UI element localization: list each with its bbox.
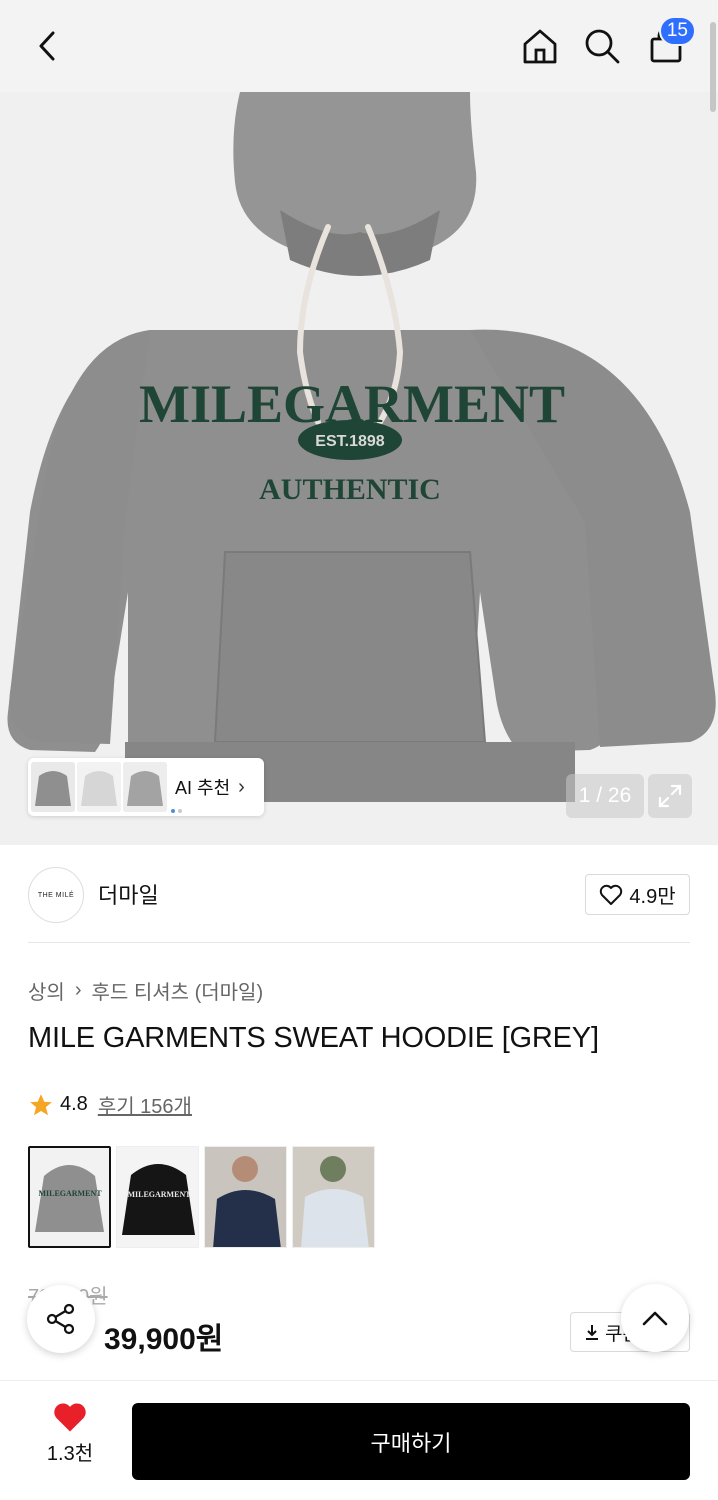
thumbnail-white-model[interactable] (292, 1146, 375, 1248)
brand-name[interactable]: 더마일 (98, 878, 159, 910)
brand-logo-text: THE MILÉ (37, 891, 75, 899)
sale-price: 39,900원 (104, 1323, 224, 1356)
svg-text:MILEGARMENT: MILEGARMENT (38, 1189, 102, 1198)
ai-thumb-1 (31, 762, 75, 812)
breadcrumb-category[interactable]: 상의 (28, 976, 65, 1005)
breadcrumb-subcategory[interactable]: 후드 티셔츠 (더마일) (91, 976, 263, 1005)
bottom-action-bar: 1.3천 구매하기 (0, 1380, 718, 1500)
search-button[interactable] (578, 22, 626, 70)
chevron-up-icon (642, 1311, 668, 1326)
product-title: MILE GARMENTS SWEAT HOODIE [GREY] (28, 1022, 599, 1054)
ai-page-dots (171, 809, 182, 813)
brand-logo[interactable]: THE MILÉ (28, 867, 84, 923)
search-icon (585, 29, 620, 64)
buy-button[interactable]: 구매하기 (132, 1403, 690, 1480)
breadcrumb: 상의 › 후드 티셔츠 (더마일) (28, 976, 263, 1005)
chevron-right-icon: › (74, 979, 82, 1001)
brand-like-button[interactable]: 4.9만 (585, 874, 690, 915)
download-icon (586, 1325, 598, 1340)
expand-icon (658, 784, 682, 808)
rating-value: 4.8 (60, 1093, 88, 1115)
review-link[interactable]: 후기 156개 (98, 1090, 192, 1119)
svg-text:EST.1898: EST.1898 (315, 433, 384, 450)
thumbnail-navy-model[interactable] (204, 1146, 287, 1248)
home-icon (523, 29, 557, 64)
favorite-button[interactable]: 1.3천 (30, 1401, 110, 1481)
star-icon (30, 1093, 52, 1115)
thumbnail-black[interactable]: MILEGARMENT (116, 1146, 199, 1248)
cart-count-badge: 15 (658, 16, 696, 46)
ai-recommend-label: AI 추천 (175, 778, 231, 798)
heart-filled-icon (54, 1403, 86, 1432)
divider (28, 942, 690, 943)
scrollbar-thumb[interactable] (710, 22, 716, 112)
svg-text:MILEGARMENT: MILEGARMENT (127, 1190, 191, 1199)
rating-row: 4.8 후기 156개 (28, 1090, 192, 1119)
hoodie-product-image: MILEGARMENT EST.1898 AUTHENTIC (0, 92, 718, 845)
ai-thumb-3 (123, 762, 167, 812)
scroll-to-top-button[interactable] (621, 1284, 689, 1352)
brand-like-count: 4.9만 (629, 886, 676, 908)
share-icon (46, 1303, 75, 1335)
favorite-count: 1.3천 (46, 1443, 94, 1465)
heart-outline-icon (600, 884, 623, 905)
back-button[interactable] (24, 22, 72, 70)
image-counter: 1 / 26 (566, 774, 644, 818)
fullscreen-button[interactable] (648, 774, 692, 818)
cart-button[interactable]: 15 (642, 16, 696, 70)
top-nav-bar: 15 (0, 0, 718, 92)
color-thumbnails: MILEGARMENT MILEGARMENT (28, 1146, 375, 1248)
back-arrow-icon (39, 31, 55, 61)
ai-recommend-button[interactable]: AI 추천 › (28, 758, 264, 816)
ai-thumb-2 (77, 762, 121, 812)
product-image-gallery[interactable]: MILEGARMENT EST.1898 AUTHENTIC (0, 92, 718, 845)
svg-text:AUTHENTIC: AUTHENTIC (259, 473, 441, 506)
share-button[interactable] (27, 1285, 95, 1353)
chevron-right-icon: › (238, 775, 245, 798)
home-button[interactable] (516, 22, 564, 70)
thumbnail-grey[interactable]: MILEGARMENT (28, 1146, 111, 1248)
